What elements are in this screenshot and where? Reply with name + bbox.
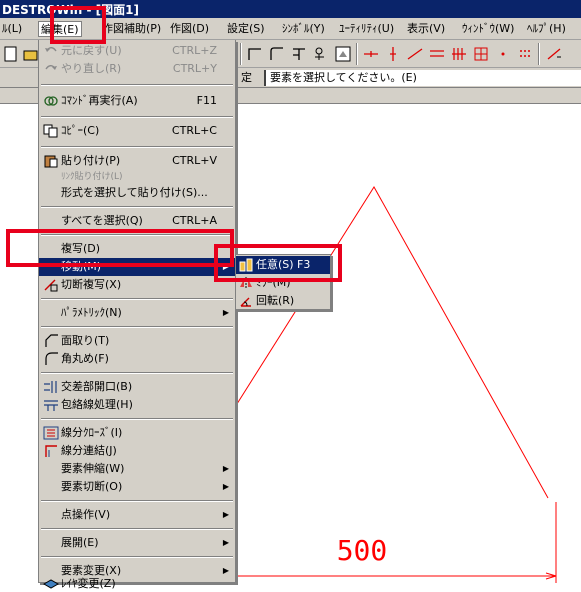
menu-item-paste-special[interactable]: 形式を選択して貼り付け(S)... bbox=[39, 184, 235, 202]
menu-utility[interactable]: ﾕｰﾃｨﾘﾃｨ(U) bbox=[337, 21, 396, 37]
oblique-line-icon[interactable] bbox=[406, 45, 424, 63]
menu-settings[interactable]: 設定(S) bbox=[225, 21, 267, 37]
menu-item-label: ﾚｲﾔ変更(Z) bbox=[61, 577, 116, 590]
highlight-box-edit-menu bbox=[50, 6, 106, 44]
menu-item-label: 形式を選択して貼り付け(S)... bbox=[61, 186, 208, 199]
menu-item-shortcut: CTRL+A bbox=[172, 214, 217, 227]
dimension-value: 500 bbox=[337, 534, 388, 567]
menu-item-shortcut: CTRL+C bbox=[171, 124, 217, 137]
menu-item-label: 点操作(V) bbox=[61, 508, 111, 521]
menu-item-label: 角丸め(F) bbox=[61, 352, 109, 365]
menu-window[interactable]: ｳｨﾝﾄﾞｳ(W) bbox=[460, 21, 516, 37]
segment-join-icon bbox=[45, 445, 57, 457]
menu-item-copy[interactable]: ｺﾋﾟｰ(C) CTRL+C bbox=[39, 122, 235, 140]
cut-copy-icon bbox=[44, 279, 58, 292]
menu-item-label: やり直し(R) bbox=[61, 62, 122, 75]
repeat-icon bbox=[44, 96, 58, 106]
point-icon[interactable] bbox=[494, 45, 512, 63]
rotate-icon bbox=[240, 297, 251, 307]
menu-item-cut-copy[interactable]: 切断複写(X) bbox=[39, 276, 235, 294]
intersection-icon bbox=[44, 381, 57, 393]
menu-view[interactable]: 表示(V) bbox=[405, 21, 447, 37]
menu-item-select-all[interactable]: すべてを選択(Q) CTRL+A bbox=[39, 212, 235, 230]
menu-item-undo[interactable]: 元に戻す(U) CTRL+Z bbox=[39, 42, 235, 60]
menu-item-expand[interactable]: 展開(E) ▶ bbox=[39, 534, 235, 552]
horizontal-line-icon[interactable] bbox=[362, 45, 380, 63]
menu-item-label: 交差部開口(B) bbox=[61, 380, 133, 393]
menu-item-label: 要素伸縮(W) bbox=[61, 462, 125, 475]
submenu-item-label: 回転(R) bbox=[256, 294, 295, 307]
symbol-place-icon[interactable] bbox=[312, 45, 330, 63]
undo-icon bbox=[45, 47, 57, 52]
edit-menu: 元に戻す(U) CTRL+Z やり直し(R) CTRL+Y ｺﾏﾝﾄﾞ再実行(A… bbox=[38, 40, 236, 590]
copy-icon bbox=[43, 124, 58, 138]
menu-item-label: 展開(E) bbox=[61, 536, 99, 549]
menu-item-label: 元に戻す(U) bbox=[61, 44, 122, 57]
segment-close-icon bbox=[43, 426, 59, 440]
dimension-line-icon[interactable] bbox=[546, 45, 564, 63]
table-icon[interactable] bbox=[472, 45, 490, 63]
submenu-item-rotate[interactable]: 回転(R) bbox=[236, 292, 330, 310]
grid-lines-icon[interactable] bbox=[450, 45, 468, 63]
fillet-icon bbox=[45, 352, 58, 365]
paste-icon bbox=[44, 155, 58, 168]
menu-draw-assist[interactable]: 作図補助(P) bbox=[100, 21, 163, 37]
redo-icon bbox=[45, 65, 57, 70]
menu-item-label: 線分連結(J) bbox=[61, 444, 117, 457]
menu-item-repeat-command[interactable]: ｺﾏﾝﾄﾞ再実行(A) F11 bbox=[39, 92, 235, 110]
parallel-line-icon[interactable] bbox=[428, 45, 446, 63]
submenu-arrow-icon: ▶ bbox=[222, 538, 229, 547]
menu-item-envelope[interactable]: 包絡線処理(H) bbox=[39, 396, 235, 414]
new-file-icon[interactable] bbox=[2, 45, 20, 63]
highlight-box-move-item bbox=[6, 229, 234, 267]
menu-item-intersection-opening[interactable]: 交差部開口(B) bbox=[39, 378, 235, 396]
select-area-icon[interactable] bbox=[334, 45, 352, 63]
menu-item-chamfer[interactable]: 面取り(T) bbox=[39, 332, 235, 350]
menu-item-shortcut: CTRL+Z bbox=[172, 44, 217, 57]
menu-item-label: 線分ｸﾛｰｽﾞ(I) bbox=[61, 426, 123, 439]
offset-icon[interactable] bbox=[290, 45, 308, 63]
menu-item-segment-close[interactable]: 線分ｸﾛｰｽﾞ(I) bbox=[39, 424, 235, 442]
menu-item-label: 面取り(T) bbox=[61, 334, 110, 347]
menu-item-redo[interactable]: やり直し(R) CTRL+Y bbox=[39, 60, 235, 78]
menu-symbol[interactable]: ｼﾝﾎﾞﾙ(Y) bbox=[280, 21, 327, 37]
corner-icon[interactable] bbox=[268, 45, 286, 63]
menu-item-fillet[interactable]: 角丸め(F) bbox=[39, 350, 235, 368]
envelope-icon bbox=[44, 400, 58, 411]
menu-item-label: ｺﾋﾟｰ(C) bbox=[61, 124, 100, 137]
polyline-icon[interactable] bbox=[246, 45, 264, 63]
menu-item-segment-join[interactable]: 線分連結(J) bbox=[39, 442, 235, 460]
menu-item-label: 要素切断(O) bbox=[61, 480, 123, 493]
prompt-label: 定 bbox=[241, 71, 252, 84]
menu-item-label: 切断複写(X) bbox=[61, 278, 122, 291]
menu-help[interactable]: ﾍﾙﾌﾟ(H) bbox=[525, 21, 568, 37]
highlight-box-arbitrary-item bbox=[214, 244, 342, 282]
menu-item-parametric[interactable]: ﾊﾟﾗﾒﾄﾘｯｸ(N) ▶ bbox=[39, 304, 235, 322]
menu-tool[interactable]: ﾙ(L) bbox=[0, 21, 24, 37]
chamfer-icon bbox=[45, 334, 58, 347]
dot-grid-icon[interactable] bbox=[516, 45, 534, 63]
prompt-message: 要素を選択してください。(E) bbox=[264, 70, 581, 86]
submenu-arrow-icon: ▶ bbox=[222, 464, 229, 473]
vertical-line-icon[interactable] bbox=[384, 45, 402, 63]
menu-item-element-stretch[interactable]: 要素伸縮(W) ▶ bbox=[39, 460, 235, 478]
menu-draw[interactable]: 作図(D) bbox=[168, 21, 211, 37]
layer-icon bbox=[43, 579, 59, 589]
submenu-arrow-icon: ▶ bbox=[222, 482, 229, 491]
menu-item-label: すべてを選択(Q) bbox=[61, 214, 143, 227]
menu-item-label: ﾊﾟﾗﾒﾄﾘｯｸ(N) bbox=[61, 306, 122, 319]
menu-item-layer-change[interactable]: ﾚｲﾔ変更(Z) bbox=[39, 578, 235, 592]
menu-item-shortcut: CTRL+Y bbox=[172, 62, 217, 75]
menu-item-element-cut[interactable]: 要素切断(O) ▶ bbox=[39, 478, 235, 496]
menu-item-label: ｺﾏﾝﾄﾞ再実行(A) bbox=[61, 94, 138, 107]
menu-item-label: 包絡線処理(H) bbox=[61, 398, 133, 411]
menu-item-point-operation[interactable]: 点操作(V) ▶ bbox=[39, 506, 235, 524]
submenu-arrow-icon: ▶ bbox=[222, 510, 229, 519]
submenu-arrow-icon: ▶ bbox=[222, 308, 229, 317]
menu-item-shortcut: F11 bbox=[196, 94, 217, 107]
